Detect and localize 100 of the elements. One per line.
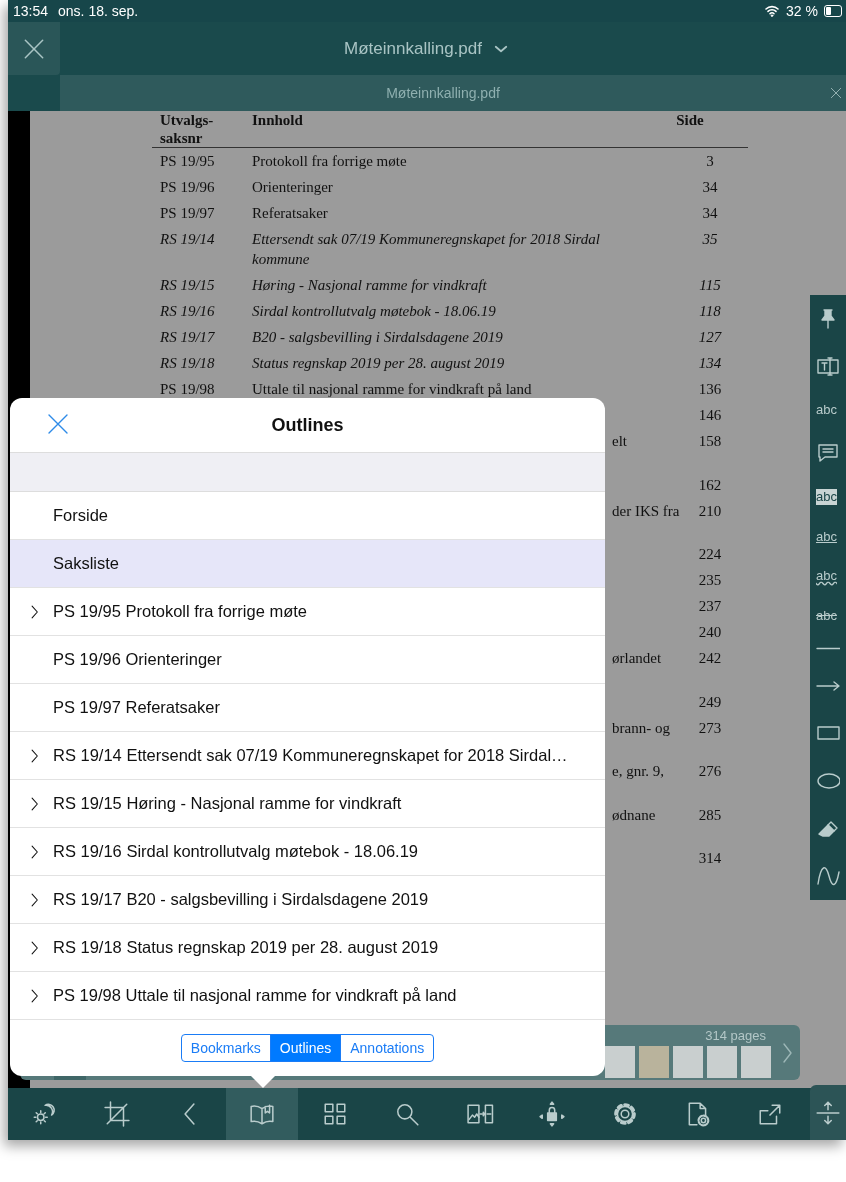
status-time: 13:54 bbox=[13, 3, 49, 19]
settings-icon bbox=[612, 1101, 639, 1127]
search-icon bbox=[394, 1101, 421, 1127]
strikeout-tool[interactable]: abc bbox=[816, 607, 837, 624]
page-number: 134 bbox=[698, 355, 722, 371]
page-number: 35 bbox=[702, 231, 718, 247]
close-icon bbox=[46, 412, 70, 436]
page-number: 249 bbox=[698, 693, 722, 710]
status-date: ons. 18. sep. bbox=[58, 3, 139, 19]
page-number: 242 bbox=[698, 650, 722, 666]
text-box-tool-icon[interactable] bbox=[816, 354, 840, 379]
wifi-icon bbox=[764, 3, 781, 19]
highlight-tool[interactable]: abc bbox=[816, 489, 837, 506]
underline-tool[interactable]: abc bbox=[816, 528, 837, 545]
page-number: 210 bbox=[698, 502, 722, 519]
agenda-title: Uttale til nasjonal ramme for vindkraft på land bbox=[252, 381, 532, 397]
segment-tab[interactable]: Annotations bbox=[340, 1035, 434, 1061]
expand-button[interactable] bbox=[810, 1085, 846, 1140]
page-thumbnail[interactable] bbox=[605, 1045, 635, 1078]
case-number: RS 19/18 bbox=[160, 354, 216, 373]
page-number: 162 bbox=[698, 476, 722, 493]
page-number: 136 bbox=[698, 381, 722, 397]
tab-label: Møteinnkalling.pdf bbox=[385, 85, 501, 101]
page-number: 235 bbox=[698, 572, 722, 588]
document-title[interactable]: Møteinnkalling.pdf bbox=[344, 38, 482, 59]
agenda-title: B20 - salgsbevilling i Sirdalsdagene 2019 bbox=[252, 329, 503, 345]
page-number: 118 bbox=[699, 303, 721, 319]
agenda-title: brann- og bbox=[612, 719, 670, 736]
page-number: 273 bbox=[698, 719, 722, 736]
line-icon bbox=[816, 647, 840, 651]
page-number: 314 bbox=[698, 850, 722, 866]
outline-item[interactable]: RS 19/17 B20 - salgsbevilling i Sirdalsdagene 2019 bbox=[10, 876, 605, 924]
outline-item[interactable]: Saksliste bbox=[10, 540, 605, 588]
outline-item[interactable]: PS 19/96 Orienteringer bbox=[10, 636, 605, 684]
squiggly-tool[interactable]: abc bbox=[816, 568, 837, 585]
column-heading: Innhold bbox=[252, 111, 304, 130]
page-number: 34 bbox=[702, 179, 718, 195]
expand-icon bbox=[815, 1099, 841, 1126]
outline-item[interactable]: PS 19/98 Uttale til nasjonal ramme for vindkraft på land bbox=[10, 972, 605, 1020]
agenda-title: Status regnskap 2019 per 28. august 2019 bbox=[252, 355, 505, 371]
outline-item[interactable]: PS 19/97 Referatsaker bbox=[10, 684, 605, 732]
case-number: PS 19/97 bbox=[160, 204, 216, 223]
text-insert-tool[interactable]: abc bbox=[816, 401, 837, 418]
agenda-title: Referatsaker bbox=[252, 205, 328, 221]
case-number: RS 19/16 bbox=[160, 302, 216, 321]
crop-icon bbox=[103, 1101, 130, 1127]
battery-percent: 32 % bbox=[786, 3, 818, 19]
grid-icon bbox=[321, 1101, 348, 1127]
page-count: 314 pages bbox=[705, 1028, 766, 1043]
back-icon bbox=[184, 1103, 195, 1125]
segment-tab[interactable]: Bookmarks bbox=[181, 1035, 270, 1061]
agenda-title: Protokoll fra forrige møte bbox=[252, 153, 407, 169]
page-thumbnail[interactable] bbox=[639, 1045, 669, 1078]
case-number: RS 19/15 bbox=[160, 276, 216, 295]
move-lock-icon bbox=[539, 1101, 566, 1127]
close-button[interactable] bbox=[8, 22, 60, 75]
page-thumbnail[interactable] bbox=[707, 1045, 737, 1078]
close-button[interactable] bbox=[46, 412, 70, 436]
brightness-icon bbox=[31, 1101, 58, 1127]
agenda-title: Orienteringer bbox=[252, 179, 333, 195]
case-number: PS 19/96 bbox=[160, 178, 216, 197]
agenda-title: elt bbox=[612, 433, 627, 449]
outline-item[interactable]: RS 19/18 Status regnskap 2019 per 28. august 2019 bbox=[10, 924, 605, 972]
battery-icon bbox=[824, 5, 842, 17]
book-button[interactable] bbox=[225, 1088, 299, 1140]
agenda-title: der IKS fra bbox=[612, 502, 680, 519]
outline-item[interactable]: RS 19/16 Sirdal kontrollutvalg møtebok - 18.06.19 bbox=[10, 828, 605, 876]
case-number: RS 19/17 bbox=[160, 328, 216, 347]
agenda-title: Ettersendt sak 07/19 Kommuneregnskapet for 2018 Sirdal kommune bbox=[252, 231, 601, 267]
column-heading: Utvalgs-saksnr bbox=[160, 111, 215, 147]
case-number: RS 19/14 bbox=[160, 230, 216, 249]
page-number: 240 bbox=[698, 624, 722, 640]
agenda-title: ørlandet bbox=[612, 650, 662, 666]
line-tool-icon[interactable] bbox=[816, 647, 840, 651]
page-number: 237 bbox=[698, 598, 722, 614]
close-icon bbox=[828, 85, 844, 101]
page-number: 285 bbox=[698, 806, 722, 823]
page-number: 127 bbox=[698, 329, 722, 345]
outline-item[interactable]: RS 19/14 Ettersendt sak 07/19 Kommuneregnskapet for 2018 Sirdal… bbox=[10, 732, 605, 780]
case-number: PS 19/98 bbox=[160, 380, 216, 399]
outline-item[interactable]: PS 19/95 Protokoll fra forrige møte bbox=[10, 588, 605, 636]
page-thumbnail[interactable] bbox=[741, 1045, 771, 1078]
column-heading: Side bbox=[675, 111, 705, 130]
agenda-title: Høring - Nasjonal ramme for vindkraft bbox=[252, 277, 487, 293]
page-number: 224 bbox=[698, 546, 722, 562]
case-number: PS 19/95 bbox=[160, 152, 216, 171]
page-number: 3 bbox=[706, 153, 714, 169]
chevron-right-icon bbox=[783, 1042, 792, 1063]
outline-item[interactable]: RS 19/15 Høring - Nasjonal ramme for vindkraft bbox=[10, 780, 605, 828]
text-box-icon bbox=[816, 354, 840, 379]
segment-tab[interactable]: Outlines bbox=[269, 1035, 341, 1061]
page-number: 115 bbox=[699, 277, 721, 293]
page-number: 276 bbox=[698, 763, 722, 779]
page-number: 34 bbox=[702, 205, 718, 221]
page-thumbnail[interactable] bbox=[673, 1045, 703, 1078]
agenda-title: Sirdal kontrollutvalg møtebok - 18.06.19 bbox=[252, 303, 496, 319]
agenda-title: e, gnr. 9, bbox=[612, 763, 665, 779]
agenda-title: ødnane bbox=[612, 806, 656, 823]
page-number: 158 bbox=[698, 433, 722, 449]
popover-title: Outlines bbox=[271, 414, 344, 436]
